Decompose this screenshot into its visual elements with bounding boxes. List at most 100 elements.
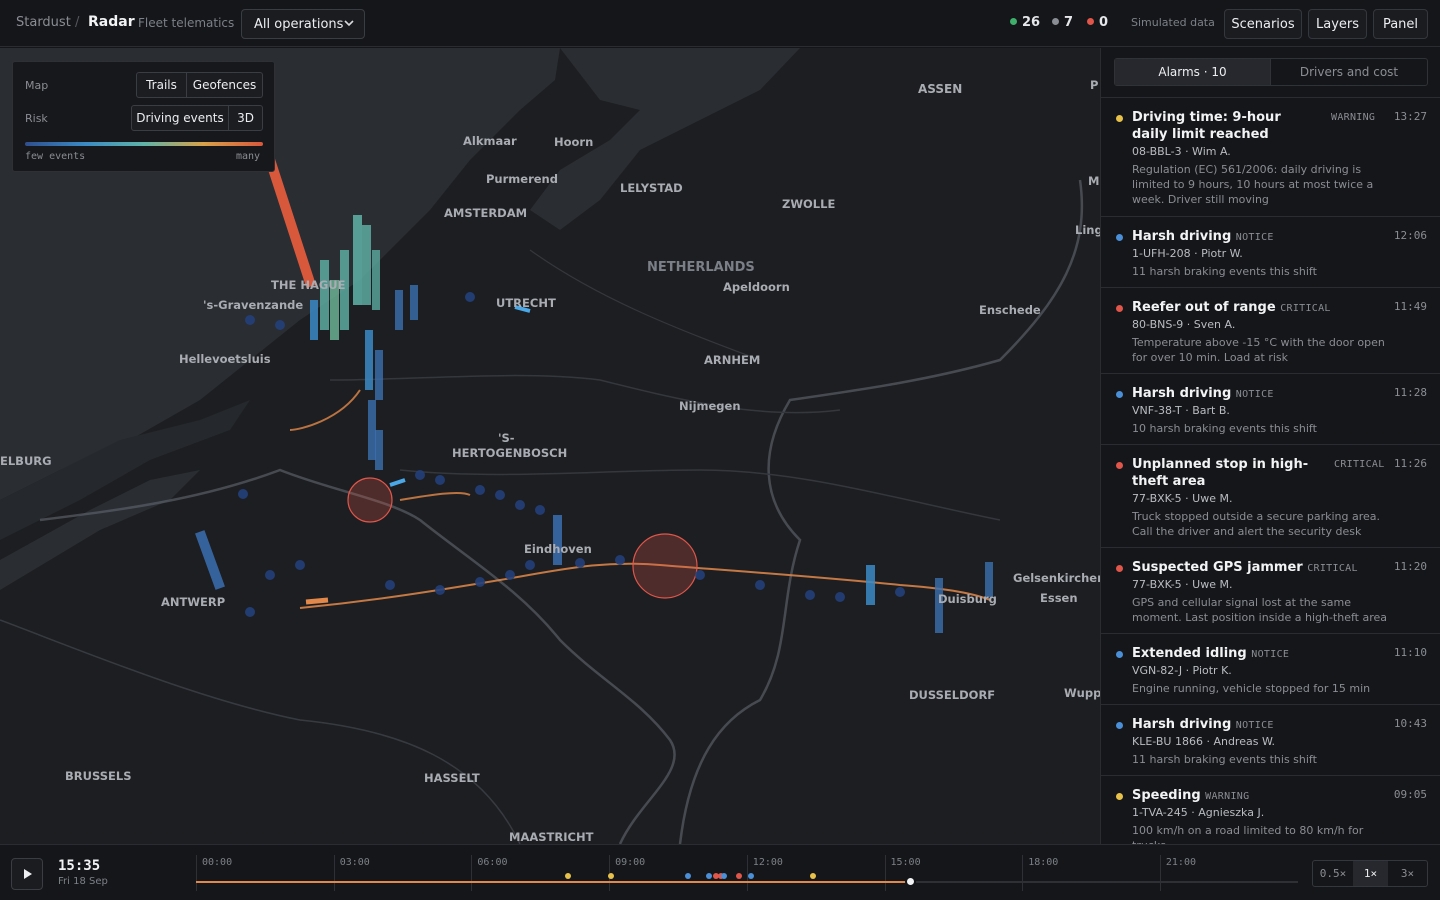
city-label: Gelsenkirchen	[1013, 571, 1100, 585]
timeline-event-marker[interactable]	[608, 873, 615, 879]
timeline-bar: 15:35 Fri 18 Sep 00:00 03:00 06:00 09:00 12:…	[0, 844, 1440, 900]
severity-dot	[1116, 305, 1123, 312]
city-label: M	[1088, 174, 1100, 188]
alarm-item[interactable]: Harsh driving NOTICE 10:43 KLE-BU 1866 ·…	[1101, 705, 1440, 776]
alarm-vehicle: 77-BXK-5 · Uwe M.	[1132, 578, 1233, 591]
timeline-event-marker[interactable]	[685, 873, 692, 879]
city-label: BRUSSELS	[65, 769, 132, 783]
playback-speed-control: 0.5× 1× 3×	[1312, 860, 1428, 887]
alarm-title-row: Reefer out of range CRITICAL	[1132, 300, 1331, 315]
current-time: 15:35	[58, 858, 101, 874]
map-legend: Map Trails Geofences Risk Driving events…	[12, 61, 275, 172]
timeline-tick-label: 09:00	[615, 857, 646, 868]
alarm-description: 100 km/h on a road limited to 80 km/h fo…	[1132, 824, 1364, 844]
timeline-event-marker[interactable]	[748, 873, 755, 879]
alarm-severity: WARNING	[1205, 791, 1250, 802]
gray-status-dot	[1052, 18, 1059, 25]
alarm-vehicle: KLE-BU 1866 · Andreas W.	[1132, 735, 1276, 748]
play-icon	[24, 869, 32, 879]
status-count-active: 26	[1010, 15, 1040, 30]
breadcrumb-org[interactable]: Stardust	[16, 15, 71, 30]
speed-3x[interactable]: 3×	[1388, 861, 1427, 886]
severity-dot	[1116, 651, 1123, 658]
alarm-item[interactable]: Suspected GPS jammer CRITICAL 11:20 77-B…	[1101, 548, 1440, 634]
alarm-vehicle: VNF-38-T · Bart B.	[1132, 404, 1230, 417]
status-count-critical: 0	[1087, 15, 1108, 30]
country-label: NETHERLANDS	[647, 260, 755, 275]
city-label: AMSTERDAM	[444, 206, 528, 220]
alarm-severity: NOTICE	[1251, 649, 1290, 660]
alarm-vehicle: 80-BNS-9 · Sven A.	[1132, 318, 1236, 331]
simulated-data-label: Simulated data	[1131, 16, 1215, 29]
timeline-event-marker[interactable]	[810, 873, 817, 879]
layers-button[interactable]: Layers	[1308, 9, 1367, 39]
alarm-description: Temperature above -15 °C with the door o…	[1132, 336, 1385, 364]
operations-select[interactable]: All operations	[241, 9, 365, 39]
city-label: Enschede	[979, 303, 1041, 317]
alarm-vehicle: 1-TVA-245 · Agnieszka J.	[1132, 806, 1265, 819]
alarm-title-row: Speeding WARNING	[1132, 788, 1250, 803]
city-label: ARNHEM	[704, 353, 761, 367]
page-subtitle: Fleet telematics	[138, 16, 235, 30]
alarm-vehicle: 08-BBL-3 · Wim A.	[1132, 145, 1231, 158]
alarm-time: 11:49	[1393, 300, 1427, 313]
current-date: Fri 18 Sep	[58, 876, 108, 887]
alarm-title: Driving time: 9-hour daily limit reached	[1132, 110, 1281, 142]
alarm-title-row: Harsh driving NOTICE	[1132, 386, 1274, 401]
driving-events-toggle[interactable]: Driving events	[131, 105, 229, 131]
city-label: UTRECHT	[496, 296, 556, 310]
city-label: Nijmegen	[679, 399, 741, 413]
alarm-item[interactable]: Harsh driving NOTICE 12:06 1-UFH-208 · P…	[1101, 217, 1440, 288]
tab-alarms[interactable]: Alarms · 10	[1115, 59, 1270, 85]
alarm-description: Regulation (EC) 561/2006: daily driving …	[1132, 163, 1374, 206]
alarm-severity: NOTICE	[1235, 389, 1274, 400]
city-label: ZWOLLE	[782, 197, 836, 211]
top-bar: Stardust / Radar Fleet telematics All op…	[0, 0, 1440, 47]
alarm-vehicle: 1-UFH-208 · Piotr W.	[1132, 247, 1243, 260]
alarm-severity: CRITICAL	[1307, 563, 1358, 574]
timeline-scrubber-handle[interactable]	[905, 876, 917, 887]
breadcrumb-separator: /	[75, 15, 80, 30]
geofences-toggle[interactable]: Geofences	[187, 72, 263, 98]
alarm-title-row: Extended idling NOTICE	[1132, 646, 1290, 661]
alarm-item[interactable]: Unplanned stop in high-theft area CRITIC…	[1101, 445, 1440, 548]
timeline-event-marker[interactable]	[705, 873, 712, 879]
alarm-title: Unplanned stop in high-theft area	[1132, 457, 1309, 489]
speed-0-5x[interactable]: 0.5×	[1313, 861, 1353, 886]
city-label: Wupp	[1064, 686, 1100, 700]
timeline-event-marker[interactable]	[735, 873, 742, 879]
timeline-tick	[333, 855, 335, 891]
tab-drivers-and-cost[interactable]: Drivers and cost	[1270, 59, 1427, 85]
alarm-item[interactable]: Speeding WARNING 09:05 1-TVA-245 · Agnie…	[1101, 776, 1440, 844]
alarm-item[interactable]: Driving time: 9-hour daily limit reached…	[1101, 98, 1440, 217]
trails-toggle[interactable]: Trails	[136, 72, 187, 98]
scenarios-button[interactable]: Scenarios	[1224, 9, 1302, 39]
3d-toggle[interactable]: 3D	[229, 105, 263, 131]
alarm-item[interactable]: Harsh driving NOTICE 11:28 VNF-38-T · Ba…	[1101, 374, 1440, 445]
timeline-event-marker[interactable]	[720, 873, 727, 879]
timeline-tick-label: 12:00	[752, 857, 783, 868]
alarm-item[interactable]: Extended idling NOTICE 11:10 VGN-82-J · …	[1101, 634, 1440, 705]
timeline-tick	[1022, 855, 1024, 891]
timeline-event-marker[interactable]	[564, 873, 571, 879]
alarm-description: Engine running, vehicle stopped for 15 m…	[1132, 682, 1371, 695]
play-button[interactable]	[11, 858, 43, 890]
speed-1x[interactable]: 1×	[1353, 861, 1388, 886]
severity-dot	[1116, 234, 1123, 241]
alarm-time: 10:43	[1393, 717, 1427, 730]
timeline-tick	[196, 855, 197, 891]
alarm-item[interactable]: Reefer out of range CRITICAL 11:49 80-BN…	[1101, 288, 1440, 374]
city-label: THE HAGUE	[271, 278, 346, 292]
green-status-dot	[1010, 18, 1017, 25]
operations-select-value: All operations	[254, 17, 344, 32]
severity-dot	[1116, 462, 1123, 469]
alarm-time: 11:20	[1393, 560, 1427, 573]
alarm-title-row: Suspected GPS jammer CRITICAL	[1132, 560, 1358, 575]
city-label: P	[1090, 78, 1099, 92]
alarm-description: 11 harsh braking events this shift	[1132, 265, 1317, 278]
city-label: Alkmaar	[463, 134, 517, 148]
alarm-severity: NOTICE	[1235, 232, 1274, 243]
city-label: Linge	[1075, 223, 1100, 237]
panel-button[interactable]: Panel	[1373, 9, 1428, 39]
city-label: HERTOGENBOSCH	[452, 446, 568, 460]
